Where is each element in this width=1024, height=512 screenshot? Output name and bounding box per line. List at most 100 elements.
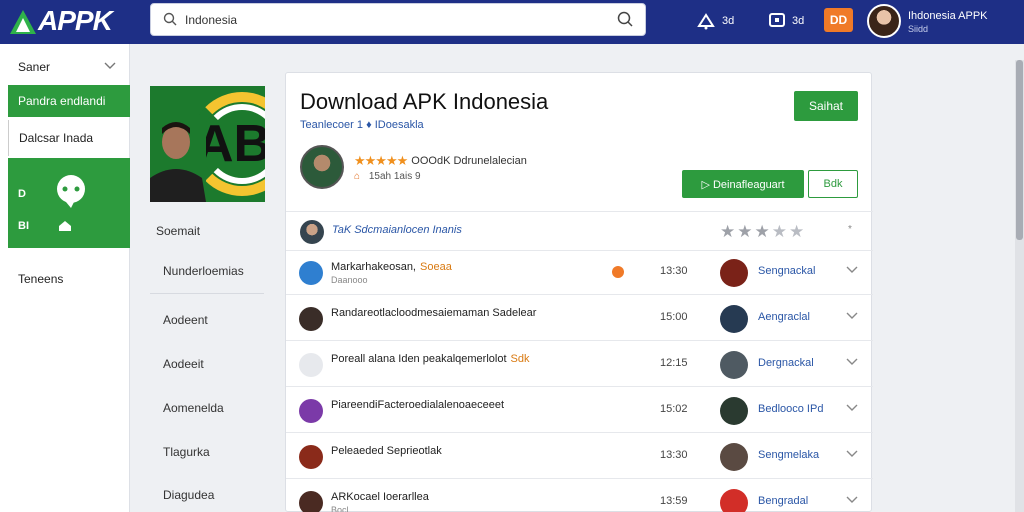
item-name[interactable]: Markarhakeosan, Soeaa	[331, 261, 452, 273]
messages-button[interactable]: 3d	[768, 10, 804, 32]
search-box[interactable]	[150, 3, 646, 36]
download-button[interactable]: ▷ Deinafleaguart	[682, 170, 804, 198]
list-item[interactable]: Poreall alana Iden peakalqemerlolot Sdk 12…	[286, 343, 873, 387]
screen-icon	[769, 13, 785, 27]
list-item[interactable]: Peleaeded Seprieotlak 13:30 Sengmelaka	[286, 435, 873, 479]
search-icon	[163, 12, 177, 26]
top-bar: APPK 3d 3d DD Ihdonesia APPK Siidd	[0, 0, 1024, 44]
item-name-text: PiareendiFacteroedialalenoaeceeet	[331, 399, 505, 411]
scrollbar-thumb[interactable]	[1016, 60, 1023, 240]
list-item[interactable]: Markarhakeosan, Soeaa Daanooo 13:30 Sengnack…	[286, 251, 873, 295]
app-detail-panel: Download APK Indonesia Teanlecoer 1 ♦ ID…	[285, 72, 873, 512]
item-developer[interactable]: Bengradal	[758, 495, 808, 507]
app-icon-letters: AB	[196, 115, 265, 173]
rating-sub-text: 15ah 1ais	[368, 171, 413, 182]
search-submit-icon[interactable]	[617, 11, 633, 27]
bell-icon	[697, 13, 715, 30]
list-item[interactable]: ARKocael Ioerarllea Bocl 13:59 Bengradal	[286, 481, 873, 512]
item-name[interactable]: Peleaeded Seprieotlak	[331, 445, 446, 457]
item-developer[interactable]: Aengraclal	[758, 311, 810, 323]
notifications-count: 3d	[722, 15, 735, 27]
item-developer-avatar	[720, 305, 748, 333]
chevron-down-icon[interactable]	[846, 496, 858, 504]
item-developer-avatar	[720, 489, 748, 512]
chevron-down-icon[interactable]	[846, 312, 858, 320]
rating-input-stars[interactable]: ★★★★★	[720, 222, 806, 242]
user-avatar[interactable]	[867, 4, 901, 38]
rating-subline: ⌂ 15ah 1ais 9	[354, 171, 421, 182]
notifications-button[interactable]: 3d	[696, 10, 734, 32]
sidebar-item-label: Dalcsar Inada	[19, 131, 94, 145]
item-name-text: ARKocael Ioerarllea	[331, 491, 429, 503]
item-time: 13:59	[660, 495, 688, 507]
item-developer-avatar	[720, 351, 748, 379]
chevron-down-icon[interactable]	[846, 404, 858, 412]
sidebar-item-dalcsar[interactable]: Dalcsar Inada	[8, 120, 130, 156]
item-time: 13:30	[660, 265, 688, 277]
status-dot-icon	[612, 266, 624, 278]
left-menu-item[interactable]: Aomenelda	[163, 401, 224, 415]
download-button-label: Deinafleaguart	[712, 178, 785, 191]
item-app-icon	[299, 307, 323, 331]
sidebar-promo[interactable]: D BI	[8, 158, 130, 248]
app-logo[interactable]: APPK	[10, 4, 113, 38]
left-menu-heading: Soemait	[156, 224, 201, 238]
item-developer[interactable]: Dergnackal	[758, 357, 814, 369]
left-menu-item[interactable]: Tlagurka	[163, 445, 210, 459]
item-name[interactable]: PiareendiFacteroedialalenoaeceeet	[331, 399, 508, 411]
rating-text: OOOdK Ddrunelalecian	[411, 155, 527, 167]
play-icon: ▷	[701, 178, 713, 191]
sidebar-item-label: Teneens	[18, 272, 64, 286]
item-name[interactable]: ARKocael Ioerarllea	[331, 491, 433, 503]
rating-sub-number: 9	[414, 171, 421, 182]
logo-mark-icon	[10, 6, 36, 36]
promo-label-bottom: BI	[18, 220, 29, 232]
search-input[interactable]	[185, 10, 605, 30]
chat-bubble-icon	[57, 175, 85, 208]
item-name-text: Poreall alana Iden peakalqemerlolot	[331, 353, 507, 365]
list-item[interactable]: PiareendiFacteroedialalenoaeceeet 15:02 Be…	[286, 389, 873, 433]
diamond-icon: ♦	[366, 119, 375, 131]
left-menu-item[interactable]: Aodeent	[163, 313, 208, 327]
item-name[interactable]: Poreall alana Iden peakalqemerlolot Sdk	[331, 353, 529, 365]
app-subtitle: Teanlecoer 1 ♦ IDoesakla	[300, 119, 424, 131]
left-menu-item[interactable]: Nunderloemias	[163, 264, 244, 278]
chevron-down-icon[interactable]	[846, 450, 858, 458]
page-scrollbar[interactable]	[1015, 60, 1024, 512]
item-name-text: Randareotlacloodmesaiemaman Sadelear	[331, 307, 537, 319]
item-name-text: Peleaeded Seprieotlak	[331, 445, 442, 457]
app-subtitle-link[interactable]: IDoesakla	[375, 119, 424, 131]
badge-button[interactable]: DD	[824, 8, 853, 32]
item-app-icon	[299, 445, 323, 469]
item-name[interactable]: Randareotlacloodmesaiemaman Sadelear	[331, 307, 540, 319]
user-name[interactable]: Ihdonesia APPK	[908, 10, 988, 22]
sidebar-item-label: Saner	[18, 60, 51, 74]
chevron-down-icon[interactable]	[846, 358, 858, 366]
list-item[interactable]: Randareotlacloodmesaiemaman Sadelear 15:0…	[286, 297, 873, 341]
item-developer[interactable]: Sengnackal	[758, 265, 816, 277]
sidebar-item-teneens[interactable]: Teneens	[8, 264, 130, 294]
app-subtitle-text: Teanlecoer 1	[300, 119, 363, 131]
flame-icon: ⌂	[354, 171, 361, 182]
sidebar-item-active[interactable]: Pandra endlandi	[8, 85, 130, 117]
chevron-down-icon	[104, 62, 116, 69]
left-menu-item[interactable]: Aodeeit	[163, 357, 204, 371]
developer-avatar[interactable]	[300, 145, 344, 189]
review-bar: TaK Sdcmaianlocen Inanis ★★★★★ *	[286, 211, 873, 251]
item-developer[interactable]: Sengmelaka	[758, 449, 819, 461]
item-app-icon	[299, 491, 323, 512]
user-subtitle: Siidd	[908, 24, 929, 34]
app-icon-image: AB	[150, 86, 265, 202]
item-app-icon	[299, 261, 323, 285]
reviewer-avatar	[300, 220, 324, 244]
messages-count: 3d	[792, 15, 805, 27]
item-developer[interactable]: Bedlooco IPd	[758, 403, 823, 415]
top-action-button[interactable]: Saihat	[794, 91, 858, 121]
left-menu-item[interactable]: Diagudea	[163, 488, 214, 502]
chevron-down-icon[interactable]	[846, 266, 858, 274]
review-text[interactable]: TaK Sdcmaianlocen Inanis	[332, 224, 462, 236]
sidebar-item-saner[interactable]: Saner	[8, 52, 130, 82]
secondary-button[interactable]: Bdk	[808, 170, 858, 198]
item-tag: Soeaa	[420, 261, 452, 273]
review-more[interactable]: *	[848, 224, 852, 235]
